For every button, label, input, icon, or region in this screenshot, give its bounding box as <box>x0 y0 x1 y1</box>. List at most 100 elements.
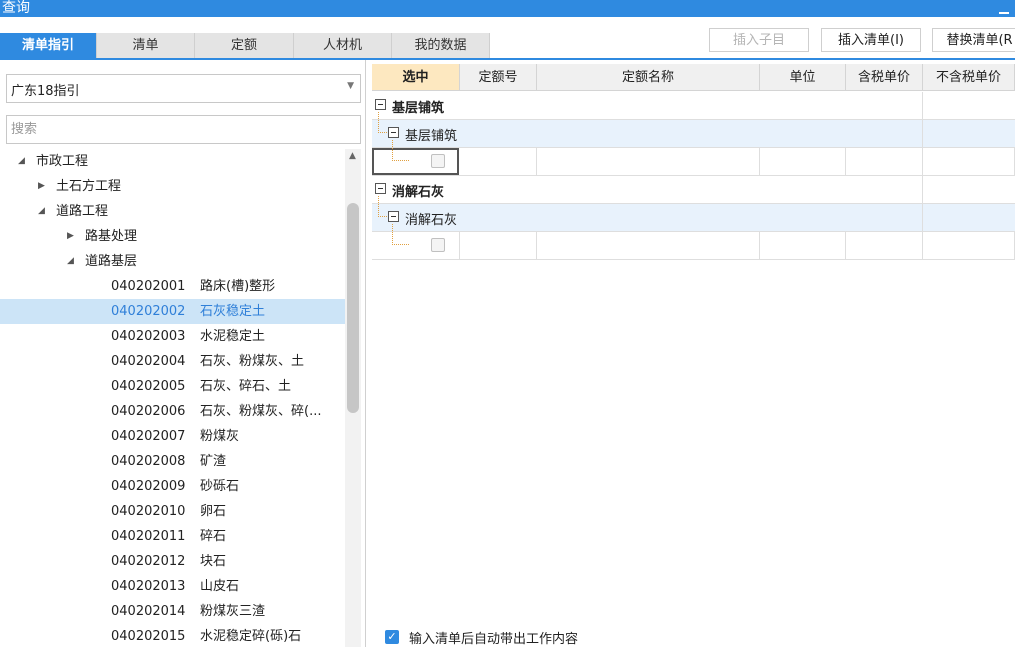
quota-grid: 选中 定额号 定额名称 单位 含税单价 不含税单价 基层铺筑 基层铺筑 消解石灰 消解… <box>372 64 1015 267</box>
scrollbar-thumb[interactable] <box>347 203 359 413</box>
grid-group-row[interactable]: 消解石灰 <box>372 176 1015 204</box>
grid-cell[interactable] <box>372 232 460 259</box>
collapsed-triangle-icon[interactable]: ▶ <box>38 174 45 199</box>
expanded-triangle-icon[interactable]: ◢ <box>38 199 45 224</box>
tree-item-code: 040202008 <box>111 454 186 469</box>
tree-folder-item[interactable]: ◢ 市政工程 <box>0 149 345 174</box>
tree-leaf-item[interactable]: 040202014 粉煤灰三渣 <box>0 599 345 624</box>
grid-cell <box>760 232 846 259</box>
tree-connector <box>378 196 387 217</box>
tree-folder-item[interactable]: ▶ 路基处理 <box>0 224 345 249</box>
guide-select[interactable]: 广东18指引 ▼ <box>6 74 361 103</box>
tree-folder-item[interactable]: ◢ 道路基层 <box>0 249 345 274</box>
tab-quota[interactable]: 定额 <box>195 33 294 59</box>
minimize-icon[interactable] <box>999 2 1009 14</box>
scroll-up-icon[interactable]: ▲ <box>349 151 356 161</box>
grid-subgroup-row[interactable]: 基层铺筑 <box>372 112 1015 148</box>
tree-folder-label: 道路基层 <box>85 254 138 269</box>
tree-item-code: 040202012 <box>111 554 186 569</box>
grid-cell <box>537 232 760 259</box>
tree-scrollbar[interactable]: ▲ <box>345 149 361 647</box>
tree-item-name: 粉煤灰三渣 <box>200 604 266 619</box>
group-title: 基层铺筑 <box>392 101 445 116</box>
grid-group-row[interactable]: 基层铺筑 <box>372 92 1015 120</box>
guide-pane: 广东18指引 ▼ ◢ 市政工程 ▶ 土石方工程 ◢ 道路工程 ▶ 路基处理 ◢ 道路基层 04020… <box>0 60 366 647</box>
tree-leaf-item[interactable]: 040202009 砂砾石 <box>0 474 345 499</box>
collapse-icon[interactable] <box>375 183 386 194</box>
grid-subgroup-row[interactable]: 消解石灰 <box>372 196 1015 232</box>
tab-my-data[interactable]: 我的数据 <box>392 33 490 59</box>
tree-connector <box>392 224 409 245</box>
tree-leaf-item[interactable]: 040202010 卵石 <box>0 499 345 524</box>
grid-item-row[interactable] <box>372 224 1015 260</box>
insert-child-button[interactable]: 插入子目 <box>709 28 809 52</box>
insert-list-button[interactable]: 插入清单(I) <box>821 28 921 52</box>
select-checkbox[interactable] <box>431 238 445 252</box>
window-title: 查询 <box>2 0 30 16</box>
tree-leaf-item[interactable]: 040202012 块石 <box>0 549 345 574</box>
tree-item-name: 碎石 <box>200 529 227 544</box>
title-bar: 查询 <box>0 0 1015 17</box>
tree-folder-item[interactable]: ▶ 土石方工程 <box>0 174 345 199</box>
tree-item-code: 040202009 <box>111 479 186 494</box>
grid-cell <box>923 148 1015 175</box>
search-input[interactable] <box>6 115 361 144</box>
expanded-triangle-icon[interactable]: ◢ <box>67 249 74 274</box>
tree-item-name: 山皮石 <box>200 579 240 594</box>
tree-folder-item[interactable]: ◢ 道路工程 <box>0 199 345 224</box>
grid-cell <box>846 232 923 259</box>
replace-list-button[interactable]: 替换清单(R <box>932 28 1015 52</box>
collapse-icon[interactable] <box>388 211 399 222</box>
tree-item-code: 040202015 <box>111 629 186 644</box>
tree-leaf-item[interactable]: 040202011 碎石 <box>0 524 345 549</box>
tree-item-code: 040202013 <box>111 579 186 594</box>
subgroup-title: 消解石灰 <box>405 213 458 228</box>
tree-folder-label: 土石方工程 <box>56 179 122 194</box>
checkbox-checked-icon[interactable]: ✓ <box>385 630 399 644</box>
collapse-icon[interactable] <box>388 127 399 138</box>
expanded-triangle-icon[interactable]: ◢ <box>18 149 25 174</box>
tree-item-name: 块石 <box>200 554 227 569</box>
tree-item-name: 石灰、粉煤灰、土 <box>200 354 305 369</box>
select-checkbox[interactable] <box>431 154 445 168</box>
tree-leaf-item[interactable]: 040202004 石灰、粉煤灰、土 <box>0 349 345 374</box>
tab-material[interactable]: 人材机 <box>294 33 392 59</box>
guide-select-value: 广东18指引 <box>11 84 80 99</box>
grid-cell <box>760 148 846 175</box>
grid-divider <box>922 92 923 119</box>
tree-item-name: 矿渣 <box>200 454 227 469</box>
grid-cell[interactable] <box>372 148 459 175</box>
tree-leaf-item[interactable]: 040202013 山皮石 <box>0 574 345 599</box>
col-header-price-tax[interactable]: 含税单价 <box>846 64 923 91</box>
grid-cell <box>537 148 760 175</box>
grid-divider <box>922 204 923 231</box>
collapse-icon[interactable] <box>375 99 386 110</box>
tree-leaf-item[interactable]: 040202003 水泥稳定土 <box>0 324 345 349</box>
tree-item-name: 石灰、粉煤灰、碎(... <box>200 404 322 419</box>
tree-leaf-item[interactable]: 040202001 路床(槽)整形 <box>0 274 345 299</box>
tree-item-code: 040202007 <box>111 429 186 444</box>
tree-item-code: 040202005 <box>111 379 186 394</box>
tab-list-guide[interactable]: 清单指引 <box>0 33 97 59</box>
tree-leaf-item[interactable]: 040202002 石灰稳定土 <box>0 299 345 324</box>
collapsed-triangle-icon[interactable]: ▶ <box>67 224 74 249</box>
tree-leaf-item[interactable]: 040202005 石灰、碎石、土 <box>0 374 345 399</box>
tree-leaf-item[interactable]: 040202006 石灰、粉煤灰、碎(... <box>0 399 345 424</box>
col-header-price-notax[interactable]: 不含税单价 <box>923 64 1015 91</box>
grid-divider <box>922 120 923 147</box>
col-header-quota-no[interactable]: 定额号 <box>460 64 537 91</box>
col-header-unit[interactable]: 单位 <box>760 64 846 91</box>
col-header-quota-name[interactable]: 定额名称 <box>537 64 760 91</box>
col-header-select[interactable]: 选中 <box>372 64 460 91</box>
tree-item-name: 卵石 <box>200 504 227 519</box>
chevron-down-icon: ▼ <box>347 81 354 91</box>
tree-item-name: 砂砾石 <box>200 479 240 494</box>
grid-item-row[interactable] <box>372 140 1015 176</box>
tree-leaf-item[interactable]: 040202008 矿渣 <box>0 449 345 474</box>
tree-item-name: 石灰稳定土 <box>200 304 266 319</box>
tree-leaf-item[interactable]: 040202007 粉煤灰 <box>0 424 345 449</box>
tab-list[interactable]: 清单 <box>97 33 195 59</box>
guide-tree: ◢ 市政工程 ▶ 土石方工程 ◢ 道路工程 ▶ 路基处理 ◢ 道路基层 040202001 路床(槽)… <box>0 149 345 647</box>
tree-leaf-item[interactable]: 040202015 水泥稳定碎(砾)石 <box>0 624 345 647</box>
tree-item-code: 040202014 <box>111 604 186 619</box>
